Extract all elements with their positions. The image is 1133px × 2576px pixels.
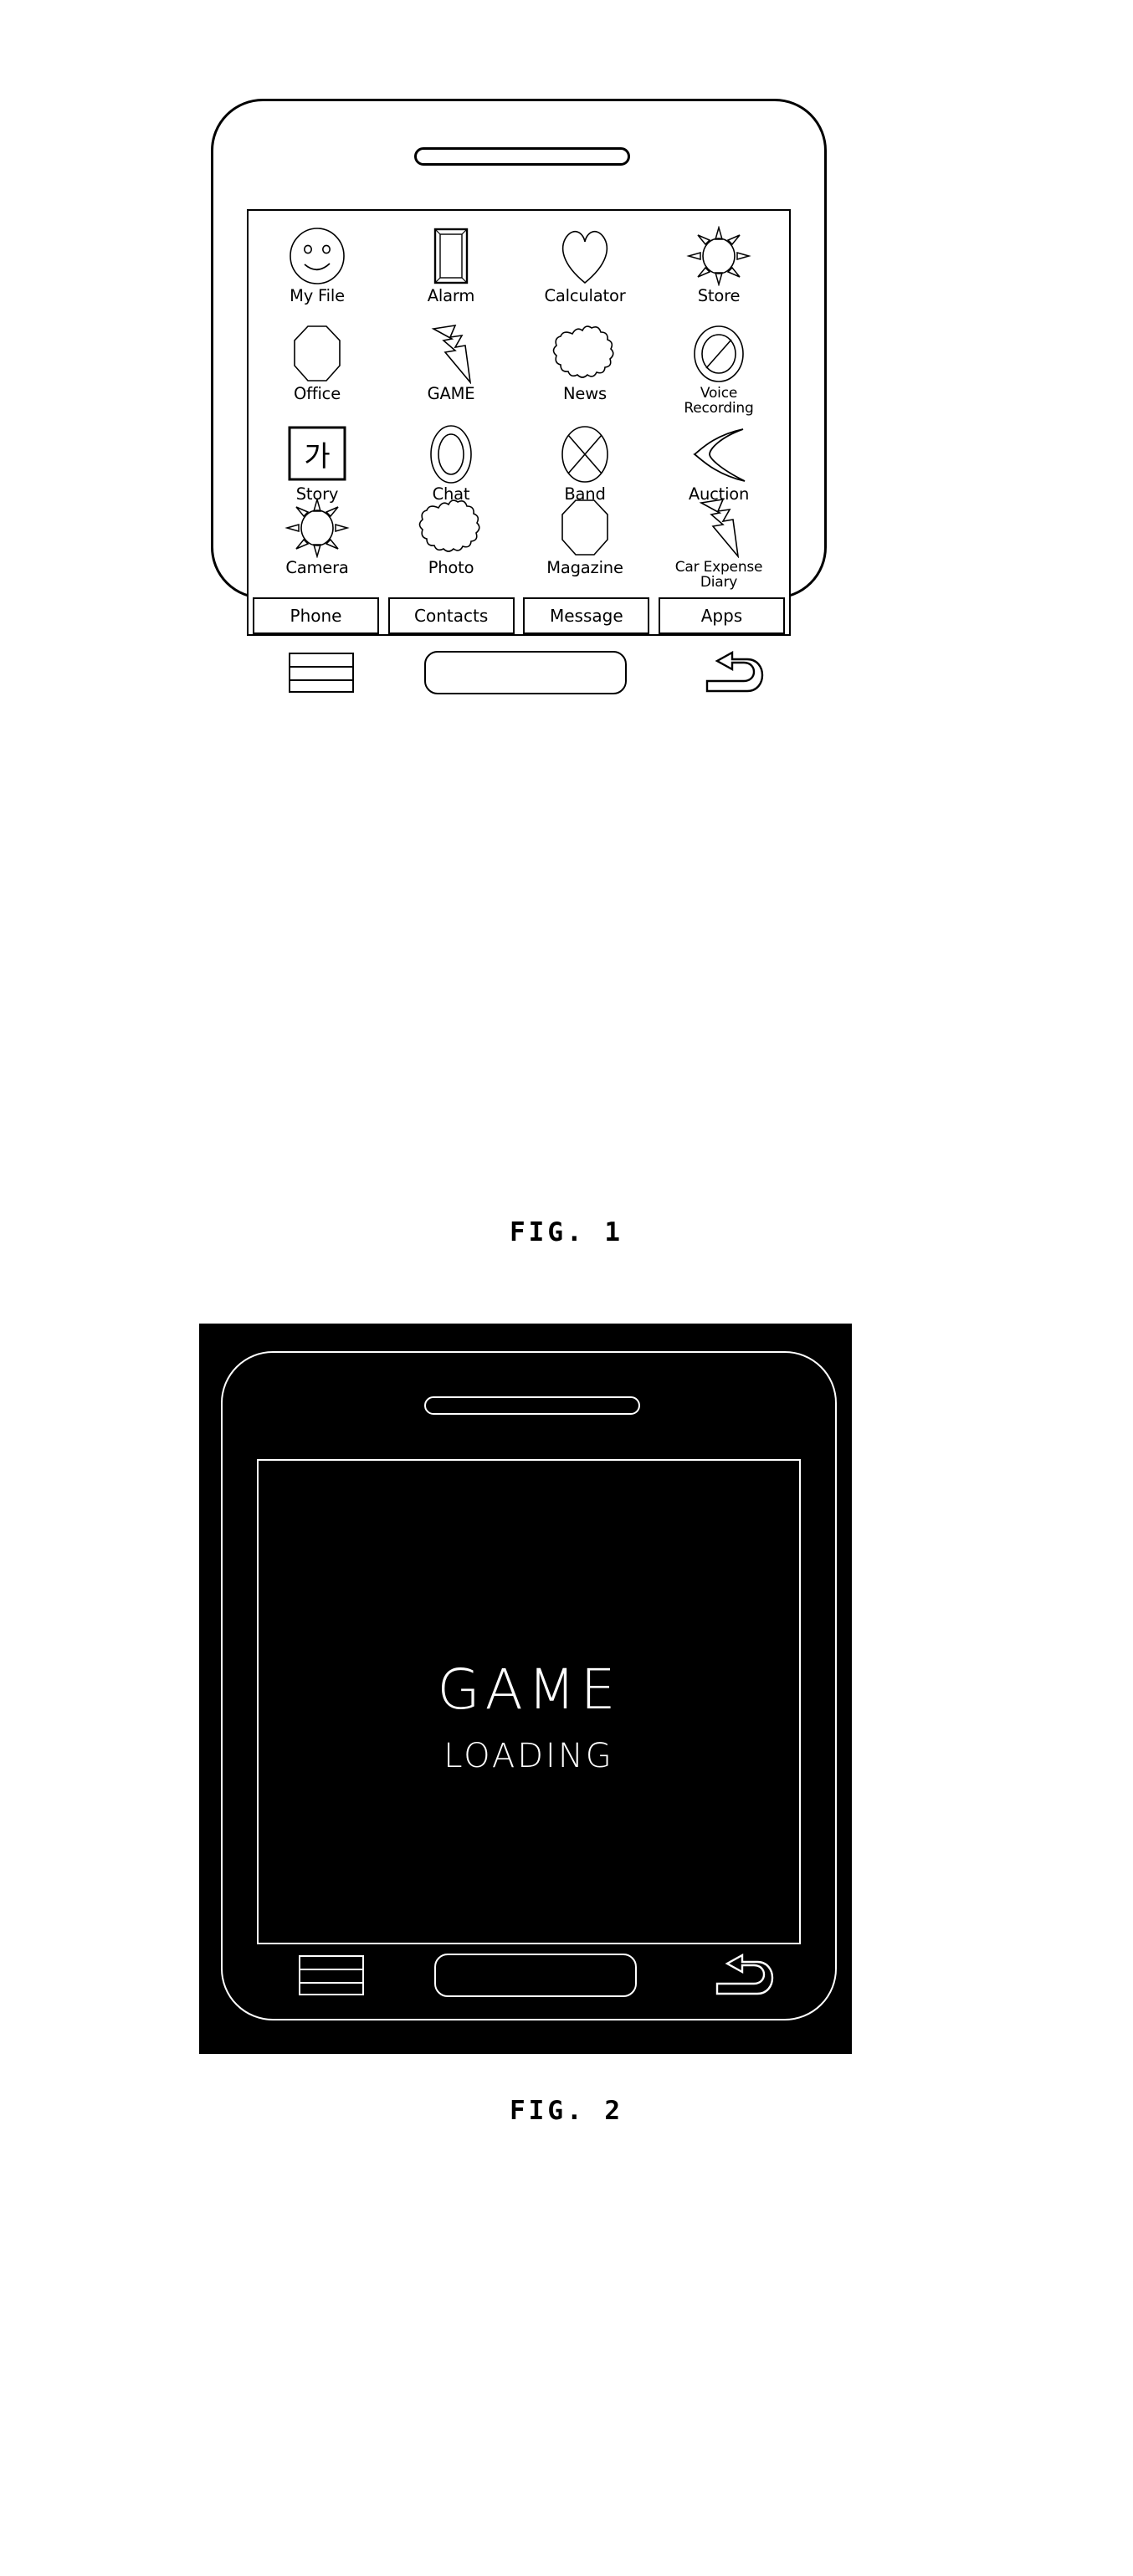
dock-button-message[interactable]: Message [523, 597, 650, 634]
app-icon-calculator[interactable]: Calculator [518, 226, 652, 305]
no-entry-circle-icon [652, 324, 786, 384]
hardware-key-row-fig2 [257, 1953, 801, 1997]
back-arrow-icon[interactable] [709, 1953, 779, 1997]
app-label: Magazine [546, 558, 623, 577]
app-icon-magazine[interactable]: Magazine [518, 498, 652, 576]
app-icon-photo[interactable]: Photo [384, 498, 518, 576]
app-grid: My File Alarm Calculator Store Office GA… [249, 211, 789, 592]
app-label: News [563, 384, 607, 403]
app-label: Car Expense Diary [674, 559, 763, 591]
app-label: Camera [285, 558, 349, 577]
menu-bars-icon[interactable] [299, 1955, 364, 1995]
game-title: GAME [437, 1657, 621, 1722]
dock-button-phone[interactable]: Phone [253, 597, 379, 634]
app-label: Store [697, 286, 741, 305]
app-label: Calculator [544, 286, 626, 305]
app-icon-my-file[interactable]: My File [250, 226, 384, 305]
app-label: Voice Recording [684, 385, 754, 417]
crossed-circle-icon [518, 424, 652, 484]
app-label: Office [293, 384, 341, 403]
dock-button-apps[interactable]: Apps [658, 597, 785, 634]
cloud-icon [384, 498, 518, 558]
dock-button-contacts[interactable]: Contacts [387, 597, 515, 634]
app-icon-voice-recording[interactable]: Voice Recording [652, 324, 786, 416]
figure-2-black-panel: GAME LOADING [199, 1324, 852, 2054]
app-icon-store[interactable]: Store [652, 226, 786, 305]
phone-device-fig1: My File Alarm Calculator Store Office GA… [211, 99, 827, 694]
app-label: GAME [427, 384, 475, 403]
app-label: Photo [428, 558, 474, 577]
svg-text:가: 가 [304, 440, 330, 474]
app-label: My File [290, 286, 345, 305]
app-icon-story[interactable]: 가 Story [250, 424, 384, 503]
back-arrow-icon[interactable] [699, 650, 769, 694]
app-icon-game[interactable]: GAME [384, 324, 518, 402]
app-icon-news[interactable]: News [518, 324, 652, 402]
figure-1-caption: FIG. 1 [510, 1217, 623, 1247]
speaker-grille-icon [414, 147, 630, 166]
home-rounded-rect-icon[interactable] [434, 1954, 637, 1997]
figure-2-caption: FIG. 2 [510, 2096, 623, 2126]
app-icon-chat[interactable]: Chat [384, 424, 518, 503]
figure-2: GAME LOADING FIG. 2 [0, 1305, 1133, 2576]
app-icon-car-expense-diary[interactable]: Car Expense Diary [652, 498, 786, 590]
crescent-icon [652, 424, 786, 484]
home-rounded-rect-icon[interactable] [424, 651, 627, 694]
lightning-bolt-icon [652, 498, 786, 558]
app-icon-band[interactable]: Band [518, 424, 652, 503]
loading-status: LOADING [443, 1737, 614, 1775]
app-icon-camera[interactable]: Camera [250, 498, 384, 576]
phone-screen-fig1: My File Alarm Calculator Store Office GA… [247, 209, 791, 636]
picture-frame-icon [384, 226, 518, 286]
app-icon-auction[interactable]: Auction [652, 424, 786, 503]
hangul-ga-square-icon: 가 [250, 424, 384, 484]
octagon-icon [518, 498, 652, 558]
figure-1: My File Alarm Calculator Store Office GA… [0, 0, 1133, 1288]
phone-device-fig2: GAME LOADING [221, 1351, 837, 2020]
heart-icon [518, 226, 652, 286]
sun-icon [652, 226, 786, 286]
menu-bars-icon[interactable] [289, 653, 354, 693]
cloud-icon [518, 324, 652, 384]
speaker-grille-icon [424, 1396, 640, 1415]
app-label: Alarm [427, 286, 475, 305]
smiley-face-icon [250, 226, 384, 286]
phone-screen-fig2: GAME LOADING [257, 1459, 801, 1944]
lightning-bolt-icon [384, 324, 518, 384]
octagon-icon [250, 324, 384, 384]
hardware-key-row-fig1 [247, 650, 791, 694]
sun-icon [250, 498, 384, 558]
app-icon-office[interactable]: Office [250, 324, 384, 402]
double-ellipse-icon [384, 424, 518, 484]
app-icon-alarm[interactable]: Alarm [384, 226, 518, 305]
dock-bar: Phone Contacts Message Apps [253, 597, 785, 634]
